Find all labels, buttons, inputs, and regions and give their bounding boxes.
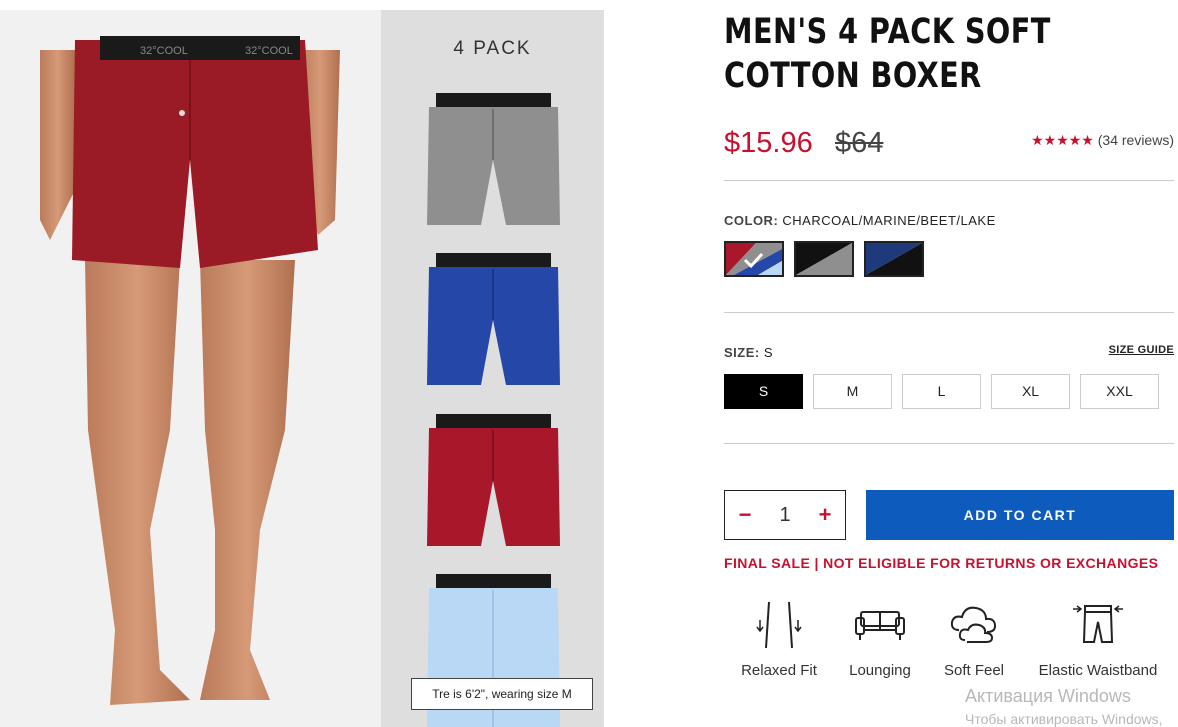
watermark-line-1: Активация Windows — [965, 686, 1131, 706]
watermark-line-2: Чтобы активировать Windows, — [965, 711, 1163, 727]
size-value: S — [763, 345, 774, 360]
model-size-caption: Tre is 6'2", wearing size M — [411, 678, 593, 710]
size-option-xl[interactable]: XL — [991, 374, 1070, 409]
review-count[interactable]: (34 reviews) — [1098, 132, 1174, 148]
original-price: $64 — [835, 127, 884, 159]
pack-label: 4 PACK — [453, 38, 532, 59]
relaxed-fit-icon — [756, 601, 802, 649]
product-image-gallery[interactable]: 32°COOL 32°COOL 4 PACK — [0, 10, 604, 727]
waistband-logo-right: 32°COOL — [245, 45, 293, 57]
final-sale-notice: FINAL SALE | NOT ELIGIBLE FOR RETURNS OR… — [724, 555, 1159, 571]
feature-label: Lounging — [849, 662, 911, 679]
windows-activation-watermark: Активация Windows Чтобы активировать Win… — [965, 686, 1163, 727]
divider — [724, 312, 1174, 313]
color-label-key: COLOR: — [724, 213, 779, 228]
color-label: COLOR: CHARCOAL/MARINE/BEET/LAKE — [724, 213, 996, 228]
waistband-logo-left: 32°COOL — [140, 45, 188, 57]
model-photo: 32°COOL 32°COOL — [0, 10, 381, 727]
pack-item-marine — [426, 245, 561, 390]
divider — [724, 180, 1174, 181]
size-guide-link[interactable]: SIZE GUIDE — [1109, 344, 1174, 356]
divider — [724, 443, 1174, 444]
pack-color-strip: 4 PACK — [381, 10, 604, 727]
sale-price: $15.96 — [724, 127, 813, 159]
product-page: 32°COOL 32°COOL 4 PACK Tre is 6'2", wear… — [0, 0, 1178, 727]
star-rating-icon: ★★★★★ — [1031, 132, 1094, 148]
color-value: CHARCOAL/MARINE/BEET/LAKE — [782, 213, 996, 228]
feature-relaxed-fit: Relaxed Fit — [736, 600, 822, 679]
waistband-icon — [1073, 605, 1123, 643]
pack-item-beet — [426, 406, 561, 551]
sofa-icon — [855, 611, 905, 640]
quantity-stepper: − + — [724, 490, 846, 540]
cloud-icon — [950, 606, 997, 643]
color-swatch-black-gray[interactable] — [794, 241, 854, 277]
feature-label: Elastic Waistband — [1038, 662, 1158, 679]
size-option-l[interactable]: L — [902, 374, 981, 409]
feature-lounging: Lounging — [845, 600, 915, 679]
feature-label: Soft Feel — [943, 662, 1005, 679]
quantity-increase-button[interactable]: + — [805, 491, 845, 539]
color-swatch-charcoal-marine-beet-lake[interactable] — [724, 241, 784, 277]
size-option-xxl[interactable]: XXL — [1080, 374, 1159, 409]
size-option-m[interactable]: M — [813, 374, 892, 409]
size-option-s[interactable]: S — [724, 374, 803, 409]
size-label: SIZE: S — [724, 345, 773, 360]
feature-elastic-waistband: Elastic Waistband — [1033, 600, 1163, 679]
add-to-cart-button[interactable]: ADD TO CART — [866, 490, 1174, 540]
rating[interactable]: ★★★★★ (34 reviews) — [1031, 132, 1174, 149]
feature-label: Relaxed Fit — [741, 662, 817, 679]
quantity-input[interactable] — [765, 491, 805, 539]
feature-soft-feel: Soft Feel — [941, 600, 1007, 679]
pack-item-charcoal — [426, 85, 561, 230]
color-swatch-navy-black[interactable] — [864, 241, 924, 277]
size-label-key: SIZE: — [724, 345, 760, 360]
product-title: MEN'S 4 PACK SOFT COTTON BOXER — [724, 12, 1051, 96]
quantity-decrease-button[interactable]: − — [725, 491, 765, 539]
